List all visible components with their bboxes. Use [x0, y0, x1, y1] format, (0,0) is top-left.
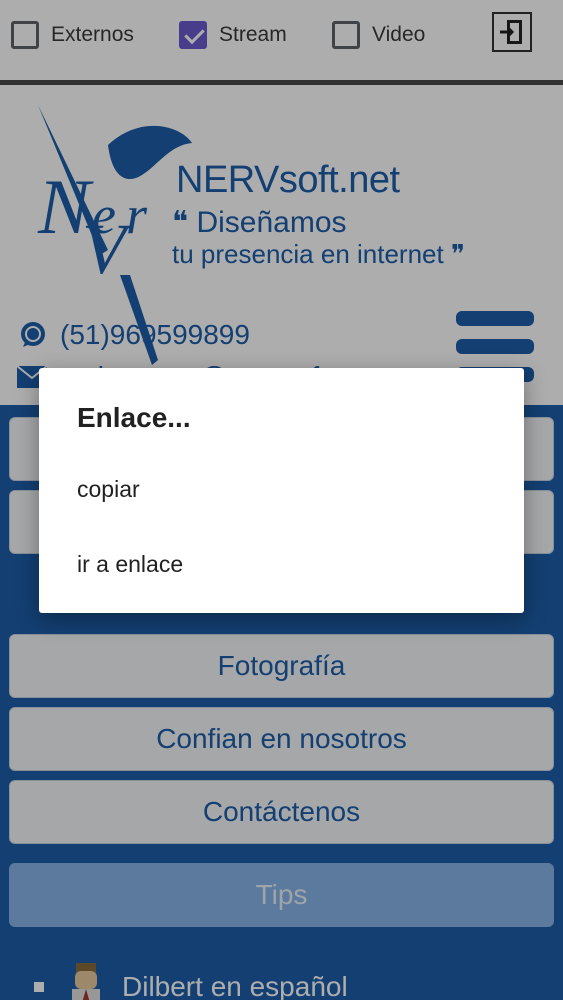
dialog-option-ir-a-enlace[interactable]: ir a enlace — [39, 533, 524, 595]
link-dialog: Enlace... copiar ir a enlace — [39, 368, 524, 613]
dialog-title: Enlace... — [77, 402, 191, 433]
dialog-option-copiar[interactable]: copiar — [39, 458, 524, 520]
